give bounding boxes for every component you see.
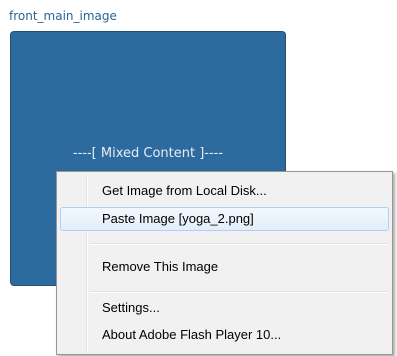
menu-item-about-flash-player[interactable]: About Adobe Flash Player 10... [60, 323, 389, 347]
field-label: front_main_image [9, 9, 117, 23]
menu-separator [90, 243, 389, 245]
menu-item-get-image-from-local-disk[interactable]: Get Image from Local Disk... [60, 179, 389, 203]
menu-item-paste-image[interactable]: Paste Image [yoga_2.png] [60, 207, 389, 231]
menu-separator [90, 291, 389, 293]
context-menu: Get Image from Local Disk... Paste Image… [56, 171, 393, 355]
menu-item-settings[interactable]: Settings... [60, 296, 389, 320]
mixed-content-placeholder: ----[ Mixed Content ]---- [72, 146, 224, 161]
menu-item-remove-this-image[interactable]: Remove This Image [60, 255, 389, 279]
